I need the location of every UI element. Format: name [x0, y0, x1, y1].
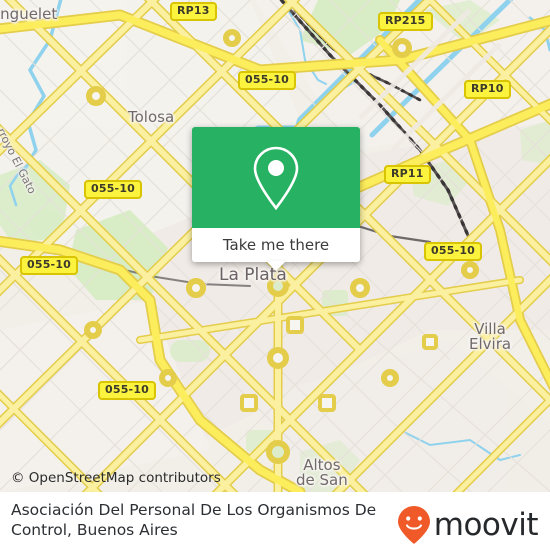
screenshot-root: inguelet Tolosa La Plata Villa Elvira Al… [0, 0, 550, 550]
road-shield-rp13: RP13 [170, 2, 217, 21]
page-title: Asociación Del Personal De Los Organismo… [11, 501, 377, 539]
callout-label: Take me there [222, 236, 330, 254]
road-shield-rp11: RP11 [384, 165, 431, 184]
road-shield-055-10-right: 055-10 [424, 242, 483, 261]
road-shield-055-10-left-upper: 055-10 [84, 180, 143, 199]
moovit-logo[interactable]: moovit [397, 505, 539, 545]
osm-attribution[interactable]: © OpenStreetMap contributors [11, 470, 221, 486]
moovit-smiley-pin-icon [397, 506, 430, 544]
callout-tail-pointer [266, 261, 286, 271]
road-shield-055-10-top: 055-10 [238, 71, 297, 90]
map-canvas[interactable]: inguelet Tolosa La Plata Villa Elvira Al… [0, 0, 550, 492]
take-me-there-callout[interactable]: Take me there [192, 127, 360, 271]
location-pin-icon [253, 146, 299, 210]
footer-bar: Asociación Del Personal De Los Organismo… [0, 492, 550, 550]
road-shield-rp215: RP215 [378, 12, 433, 31]
callout-header [192, 127, 360, 228]
moovit-wordmark: moovit [433, 506, 539, 543]
road-shield-rp10: RP10 [464, 80, 511, 99]
road-shield-055-10-bottom: 055-10 [98, 381, 157, 400]
road-shield-055-10-left-mid: 055-10 [20, 256, 79, 275]
callout-footer[interactable]: Take me there [192, 228, 360, 271]
